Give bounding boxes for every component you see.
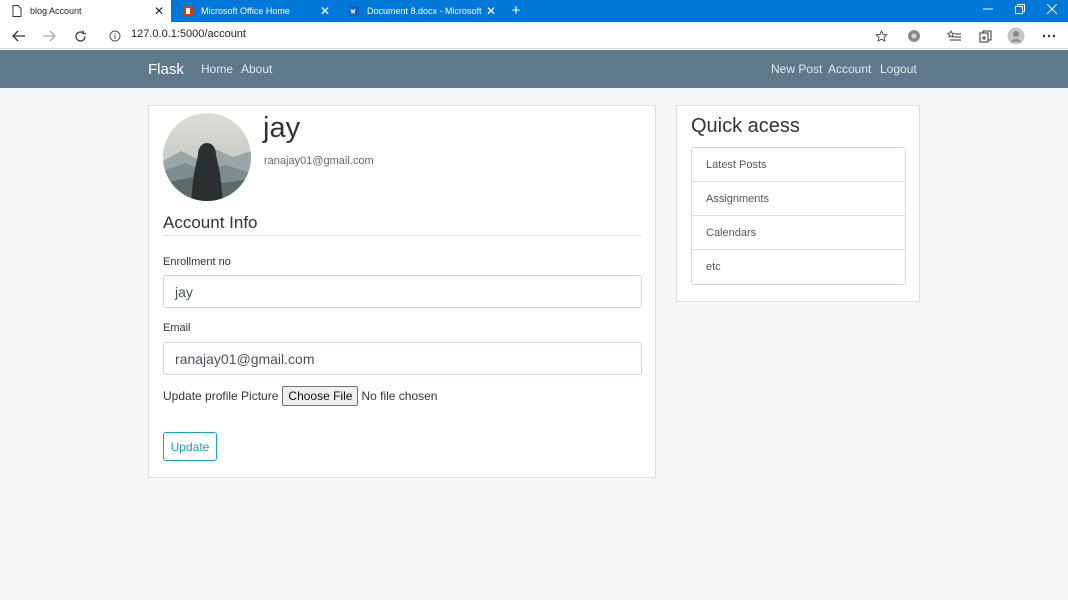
nav-link-new-post[interactable]: New Post <box>771 62 822 76</box>
profile-picture-upload: Update profile Picture Choose File No fi… <box>163 386 437 406</box>
update-button[interactable]: Update <box>163 432 217 461</box>
profile-email: ranajay01@gmail.com <box>264 155 374 167</box>
enrollment-label: Enrollment no <box>163 256 231 268</box>
quick-access-item-assignments[interactable]: Assignments <box>692 182 905 216</box>
close-icon[interactable]: ✕ <box>151 4 167 18</box>
nav-link-logout[interactable]: Logout <box>880 62 917 76</box>
forward-arrow-icon[interactable] <box>39 26 59 46</box>
restore-icon[interactable] <box>1004 0 1036 22</box>
email-input[interactable]: ranajay01@gmail.com <box>163 342 642 375</box>
extension-icon[interactable] <box>904 26 924 46</box>
file-status: No file chosen <box>361 389 438 403</box>
quick-access-heading: Quick acess <box>691 115 800 137</box>
more-options-icon[interactable] <box>1039 26 1059 46</box>
tab-blog-account[interactable]: blog Account ✕ <box>0 0 171 22</box>
account-card: jay ranajay01@gmail.com Account Info Enr… <box>148 105 656 478</box>
nav-link-about[interactable]: About <box>241 62 272 76</box>
email-label: Email <box>163 322 191 334</box>
close-icon[interactable]: ✕ <box>483 4 499 18</box>
quick-access-item-etc[interactable]: etc <box>692 250 905 284</box>
tab-title: Document 8.docx - Microsoft W <box>367 6 483 16</box>
nav-link-account[interactable]: Account <box>828 62 871 76</box>
favorites-list-icon[interactable] <box>944 26 964 46</box>
window-close-icon[interactable] <box>1036 0 1068 22</box>
office-logo-icon <box>182 5 194 17</box>
tab-office-home[interactable]: Microsoft Office Home ✕ <box>171 0 337 22</box>
browser-toolbar: 127.0.0.1:5000/account <box>0 22 1068 49</box>
refresh-icon[interactable] <box>70 26 90 46</box>
profile-avatar <box>163 113 251 201</box>
site-navbar: Flask Home About New Post Account Logout <box>0 50 1068 88</box>
profile-avatar-icon[interactable] <box>1006 26 1026 46</box>
nav-link-home[interactable]: Home <box>201 62 233 76</box>
page-icon <box>11 5 23 17</box>
address-bar-url[interactable]: 127.0.0.1:5000/account <box>131 28 246 40</box>
word-logo-icon <box>348 5 360 17</box>
enrollment-input[interactable]: jay <box>163 275 642 308</box>
tab-word-document[interactable]: Document 8.docx - Microsoft W ✕ <box>337 0 503 22</box>
quick-access-item-latest-posts[interactable]: Latest Posts <box>692 148 905 182</box>
close-icon[interactable]: ✕ <box>317 4 333 18</box>
choose-file-button[interactable]: Choose File <box>282 386 359 406</box>
info-icon[interactable] <box>105 26 125 46</box>
minimize-icon[interactable] <box>972 0 1004 22</box>
new-tab-button[interactable]: + <box>508 2 524 20</box>
favorite-star-icon[interactable] <box>871 26 891 46</box>
section-divider <box>163 235 641 236</box>
tab-title: blog Account <box>30 6 82 16</box>
picture-label: Update profile Picture <box>163 389 279 403</box>
brand-logo[interactable]: Flask <box>148 61 184 78</box>
quick-access-list: Latest Posts Assignments Calendars etc <box>691 147 906 285</box>
account-info-heading: Account Info <box>163 213 258 232</box>
profile-username: jay <box>263 112 301 144</box>
collections-icon[interactable] <box>975 26 995 46</box>
quick-access-card: Quick acess Latest Posts Assignments Cal… <box>676 105 920 302</box>
back-arrow-icon[interactable] <box>9 26 29 46</box>
tab-title: Microsoft Office Home <box>201 6 290 16</box>
quick-access-item-calendars[interactable]: Calendars <box>692 216 905 250</box>
browser-tab-strip: blog Account ✕ Microsoft Office Home ✕ D… <box>0 0 1068 22</box>
